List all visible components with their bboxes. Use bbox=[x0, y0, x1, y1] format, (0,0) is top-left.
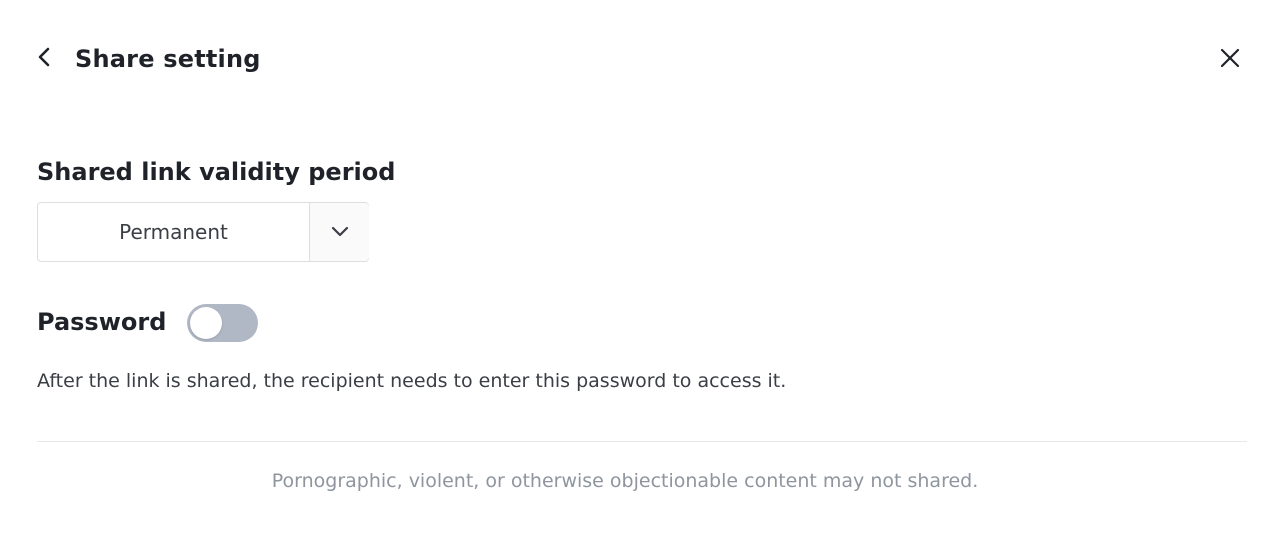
validity-period-label: Shared link validity period bbox=[37, 158, 396, 186]
panel-header: Share setting bbox=[0, 0, 1270, 120]
page-title: Share setting bbox=[75, 45, 261, 73]
toggle-knob bbox=[190, 307, 222, 339]
password-label: Password bbox=[37, 308, 167, 336]
password-hint: After the link is shared, the recipient … bbox=[37, 370, 787, 392]
validity-dropdown-button[interactable] bbox=[309, 203, 369, 261]
divider bbox=[37, 441, 1247, 442]
close-button[interactable] bbox=[1214, 44, 1246, 76]
back-button[interactable] bbox=[28, 42, 60, 76]
validity-period-select[interactable]: Permanent bbox=[37, 202, 369, 262]
chevron-down-icon bbox=[330, 223, 350, 242]
share-setting-panel: Share setting Shared link validity perio… bbox=[0, 0, 1270, 534]
validity-period-value: Permanent bbox=[119, 220, 228, 244]
close-icon bbox=[1219, 47, 1241, 73]
content-policy-note: Pornographic, violent, or otherwise obje… bbox=[271, 470, 979, 492]
chevron-left-icon bbox=[36, 46, 52, 72]
password-toggle[interactable] bbox=[187, 304, 258, 342]
